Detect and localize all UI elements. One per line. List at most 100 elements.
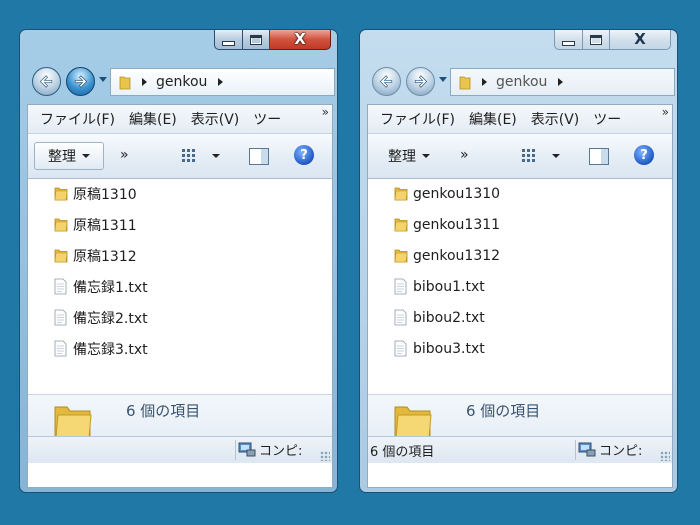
views-dropdown-icon[interactable] bbox=[212, 154, 220, 158]
folder-icon bbox=[54, 187, 68, 201]
recent-pages-dropdown-icon[interactable] bbox=[99, 77, 107, 82]
close-button[interactable]: X bbox=[270, 30, 331, 50]
minimize-button[interactable] bbox=[554, 30, 583, 50]
organize-button[interactable]: 整理 bbox=[34, 142, 104, 170]
item-count: 6 個の項目 bbox=[466, 402, 541, 420]
status-bar: コンピ: bbox=[28, 436, 332, 463]
breadcrumb-folder[interactable]: genkou bbox=[496, 74, 547, 90]
navigation-bar: genkou bbox=[368, 66, 675, 98]
file-name: 原稿1312 bbox=[73, 248, 137, 265]
text-file-icon bbox=[394, 309, 407, 326]
menu-file[interactable]: ファイル(F) bbox=[40, 109, 115, 129]
views-icon[interactable] bbox=[521, 148, 537, 164]
chevron-down-icon bbox=[422, 154, 430, 158]
organize-label: 整理 bbox=[388, 149, 416, 165]
back-arrow-icon bbox=[39, 75, 53, 88]
file-list-item[interactable]: 原稿1310 bbox=[28, 178, 332, 209]
caption-buttons: X bbox=[554, 30, 671, 51]
menu-edit[interactable]: 編集(E) bbox=[469, 109, 517, 129]
resize-grip[interactable] bbox=[660, 451, 670, 461]
maximize-button[interactable] bbox=[243, 30, 270, 50]
maximize-button[interactable] bbox=[583, 30, 610, 50]
views-dropdown-icon[interactable] bbox=[552, 154, 560, 158]
preview-pane-icon[interactable] bbox=[249, 148, 269, 165]
file-name: genkou1311 bbox=[413, 216, 501, 233]
menu-overflow-chevron[interactable]: » bbox=[662, 105, 669, 119]
forward-button[interactable] bbox=[406, 67, 435, 96]
address-bar[interactable]: genkou bbox=[110, 68, 335, 96]
views-icon[interactable] bbox=[181, 148, 197, 164]
menu-tools[interactable]: ツー bbox=[253, 109, 281, 129]
resize-grip[interactable] bbox=[320, 451, 330, 461]
folder-icon bbox=[54, 249, 68, 263]
breadcrumb-separator-icon[interactable] bbox=[218, 78, 224, 86]
file-list-item[interactable]: 備忘録3.txt bbox=[28, 333, 332, 364]
status-location-label: コンピ: bbox=[599, 444, 643, 459]
menu-file[interactable]: ファイル(F) bbox=[380, 109, 455, 129]
file-name: 原稿1311 bbox=[73, 217, 137, 234]
explorer-window-left[interactable]: X genkou ファイル(F) 編集(E) 表示(V) ツー » 整理 » ?… bbox=[19, 29, 338, 493]
menu-overflow-chevron[interactable]: » bbox=[322, 105, 329, 119]
file-list: 原稿1310 原稿1311 原稿1312 備忘録1.txt 備忘録2.txt 備… bbox=[28, 178, 332, 364]
text-file-icon bbox=[54, 309, 67, 326]
forward-arrow-icon bbox=[414, 75, 428, 88]
close-icon: X bbox=[634, 30, 646, 48]
text-file-icon bbox=[54, 278, 67, 295]
back-button[interactable] bbox=[32, 67, 61, 96]
command-bar: 整理 » ? bbox=[28, 134, 332, 179]
file-name: bibou2.txt bbox=[413, 309, 485, 326]
minimize-button[interactable] bbox=[214, 30, 243, 50]
help-icon[interactable]: ? bbox=[634, 145, 654, 165]
file-list-item[interactable]: bibou2.txt bbox=[368, 302, 672, 333]
folder-icon bbox=[394, 218, 408, 232]
file-list-item[interactable]: 原稿1312 bbox=[28, 240, 332, 271]
breadcrumb-folder[interactable]: genkou bbox=[156, 74, 207, 90]
command-bar: 整理 » ? bbox=[368, 134, 672, 179]
organize-button[interactable]: 整理 bbox=[374, 142, 444, 170]
breadcrumb-separator-icon[interactable] bbox=[142, 78, 147, 86]
menu-tools[interactable]: ツー bbox=[593, 109, 621, 129]
chevron-down-icon bbox=[82, 154, 90, 158]
file-list-item[interactable]: bibou3.txt bbox=[368, 333, 672, 364]
status-divider bbox=[575, 440, 576, 460]
breadcrumb-separator-icon[interactable] bbox=[558, 78, 564, 86]
item-count: 6 個の項目 bbox=[126, 402, 201, 420]
close-button[interactable]: X bbox=[610, 30, 671, 50]
text-file-icon bbox=[54, 340, 67, 357]
recent-pages-dropdown-icon[interactable] bbox=[439, 77, 447, 82]
minimize-icon bbox=[562, 41, 575, 46]
menu-view[interactable]: 表示(V) bbox=[191, 109, 240, 129]
breadcrumb-separator-icon[interactable] bbox=[482, 78, 487, 86]
caption-buttons: X bbox=[214, 30, 331, 51]
file-list: genkou1310 genkou1311 genkou1312 bibou1.… bbox=[368, 178, 672, 364]
file-name: genkou1310 bbox=[413, 185, 501, 202]
forward-button[interactable] bbox=[66, 67, 95, 96]
status-divider bbox=[235, 440, 236, 460]
file-list-item[interactable]: genkou1311 bbox=[368, 209, 672, 240]
computer-icon bbox=[238, 442, 256, 457]
file-list-item[interactable]: genkou1310 bbox=[368, 178, 672, 209]
maximize-icon bbox=[590, 34, 602, 45]
close-icon: X bbox=[294, 30, 306, 48]
toolbar-overflow-button[interactable]: » bbox=[120, 147, 129, 163]
back-arrow-icon bbox=[379, 75, 393, 88]
menu-view[interactable]: 表示(V) bbox=[531, 109, 580, 129]
help-icon[interactable]: ? bbox=[294, 145, 314, 165]
address-bar[interactable]: genkou bbox=[450, 68, 675, 96]
file-name: bibou3.txt bbox=[413, 340, 485, 357]
file-list-item[interactable]: bibou1.txt bbox=[368, 271, 672, 302]
back-button[interactable] bbox=[372, 67, 401, 96]
file-list-item[interactable]: genkou1312 bbox=[368, 240, 672, 271]
file-list-item[interactable]: 原稿1311 bbox=[28, 209, 332, 240]
file-name: 備忘録1.txt bbox=[73, 279, 148, 296]
explorer-window-right[interactable]: X genkou ファイル(F) 編集(E) 表示(V) ツー » 整理 » ?… bbox=[359, 29, 678, 493]
status-location: コンピ: bbox=[238, 440, 302, 459]
file-list-item[interactable]: 備忘録2.txt bbox=[28, 302, 332, 333]
folder-icon bbox=[54, 218, 68, 232]
file-name: 備忘録3.txt bbox=[73, 341, 148, 358]
toolbar-overflow-button[interactable]: » bbox=[460, 147, 469, 163]
file-list-item[interactable]: 備忘録1.txt bbox=[28, 271, 332, 302]
menu-edit[interactable]: 編集(E) bbox=[129, 109, 177, 129]
menu-bar: ファイル(F) 編集(E) 表示(V) ツー » bbox=[28, 105, 332, 134]
preview-pane-icon[interactable] bbox=[589, 148, 609, 165]
